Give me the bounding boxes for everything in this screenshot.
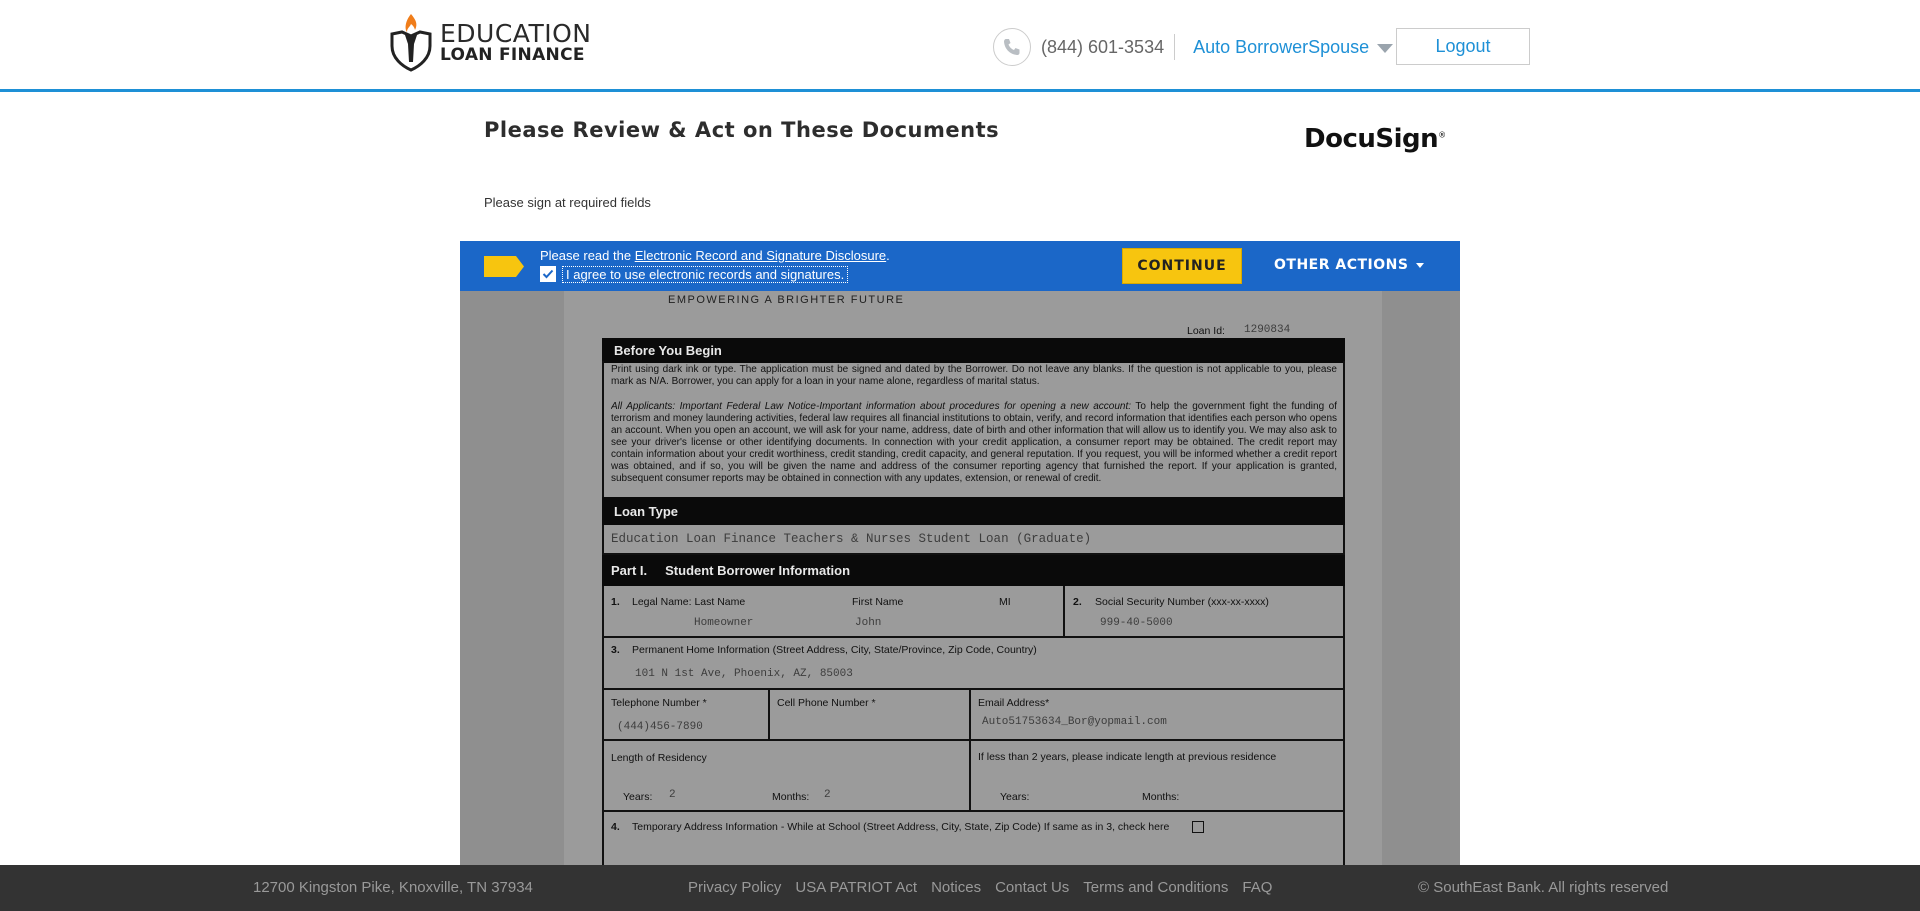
field2-number: 2. <box>1073 596 1082 608</box>
field-ssn[interactable] <box>1063 586 1345 638</box>
agree-row[interactable]: I agree to use electronic records and si… <box>540 265 849 283</box>
first-name-value: John <box>855 617 882 629</box>
logo-line2: LOAN FINANCE <box>440 44 585 65</box>
residency-label: Length of Residency <box>611 752 707 764</box>
federal-notice-heading: All Applicants: Important Federal Law No… <box>611 401 1132 412</box>
footer-link-contact-us[interactable]: Contact Us <box>995 879 1069 896</box>
field3-label: Permanent Home Information (Street Addre… <box>632 644 1037 656</box>
telephone-label: Telephone Number * <box>611 697 707 709</box>
part1-header: Part I. Student Borrower Information <box>602 555 1345 586</box>
part1-title: Student Borrower Information <box>665 563 851 578</box>
field-temporary-address[interactable] <box>602 810 1345 865</box>
docusign-brand: DocuSign <box>1304 124 1439 154</box>
mi-label: MI <box>999 596 1011 608</box>
site-footer: 12700 Kingston Pike, Knoxville, TN 37934… <box>0 865 1920 911</box>
field-telephone[interactable] <box>602 688 770 741</box>
last-name-value: Homeowner <box>694 617 754 629</box>
loan-id-label: Loan Id: <box>1187 325 1225 337</box>
months-label: Months: <box>772 791 810 803</box>
months-value: 2 <box>824 789 831 801</box>
loan-type-value: Education Loan Finance Teachers & Nurses… <box>611 532 1092 546</box>
email-value: Auto51753634_Bor@yopmail.com <box>982 716 1167 728</box>
user-menu-dropdown[interactable]: Auto BorrowerSpouse <box>1193 36 1394 58</box>
first-name-label: First Name <box>852 596 904 608</box>
footer-link-notices[interactable]: Notices <box>931 879 981 896</box>
disclosure-notice: Please read the Electronic Record and Si… <box>540 248 890 263</box>
caret-down-icon <box>1416 262 1425 268</box>
other-actions-dropdown[interactable]: OTHER ACTIONS <box>1274 257 1425 273</box>
header-divider <box>1174 34 1176 60</box>
field-cell-phone[interactable] <box>768 688 971 741</box>
field1-label: Legal Name: Last Name <box>632 596 746 608</box>
field2-label: Social Security Number (xxx-xx-xxxx) <box>1095 596 1269 608</box>
previous-residence-label: If less than 2 years, please indicate le… <box>978 751 1277 763</box>
footer-link-usa-patriot-act[interactable]: USA PATRIOT Act <box>795 879 917 896</box>
site-header: EDUCATION LOAN FINANCE (844) 601-3534 Au… <box>0 0 1920 92</box>
disclosure-link[interactable]: Electronic Record and Signature Disclosu… <box>635 248 886 263</box>
footer-link-terms[interactable]: Terms and Conditions <box>1083 879 1228 896</box>
disclosure-suffix: . <box>886 248 890 263</box>
document-viewer[interactable]: EMPOWERING A BRIGHTER FUTURE Loan Id: 12… <box>460 241 1460 865</box>
elf-logo[interactable]: EDUCATION LOAN FINANCE <box>388 12 592 72</box>
agree-checkbox[interactable] <box>540 266 556 282</box>
part1-label: Part I. <box>611 563 648 578</box>
before-you-begin-header: Before You Begin <box>602 338 1345 363</box>
footer-copyright: © SouthEast Bank. All rights reserved <box>1418 879 1669 896</box>
ssn-value: 999-40-5000 <box>1100 617 1173 629</box>
field4-label: Temporary Address Information - While at… <box>632 821 1170 833</box>
address-value: 101 N 1st Ave, Phoenix, AZ, 85003 <box>635 668 853 680</box>
telephone-value: (444)456-7890 <box>617 721 703 733</box>
other-actions-label: OTHER ACTIONS <box>1274 257 1409 273</box>
field4-number: 4. <box>611 821 620 833</box>
phone-number[interactable]: (844) 601-3534 <box>1041 37 1164 58</box>
tag-arrow-icon <box>484 256 524 277</box>
federal-notice: All Applicants: Important Federal Law No… <box>611 401 1337 497</box>
field3-number: 3. <box>611 644 620 656</box>
sign-note: Please sign at required fields <box>484 195 651 210</box>
years-value: 2 <box>669 789 676 801</box>
torch-shield-icon <box>390 14 432 72</box>
prev-years-label: Years: <box>1000 791 1030 803</box>
tagline: EMPOWERING A BRIGHTER FUTURE <box>668 294 905 306</box>
continue-button[interactable]: CONTINUE <box>1122 248 1242 284</box>
action-banner: Please read the Electronic Record and Si… <box>460 241 1460 291</box>
field-legal-name[interactable] <box>602 586 1065 638</box>
phone-icon[interactable] <box>993 28 1031 66</box>
footer-link-privacy-policy[interactable]: Privacy Policy <box>688 879 781 896</box>
docusign-logo: DocuSign® <box>1304 124 1446 154</box>
footer-link-faq[interactable]: FAQ <box>1242 879 1272 896</box>
cell-phone-label: Cell Phone Number * <box>777 697 876 709</box>
before-you-begin-text: Print using dark ink or type. The applic… <box>611 364 1337 387</box>
field-email[interactable] <box>969 688 1345 741</box>
chevron-down-icon <box>1377 44 1394 53</box>
checkmark-icon <box>542 269 554 279</box>
years-label: Years: <box>623 791 653 803</box>
federal-notice-body: To help the government fight the funding… <box>611 401 1337 484</box>
disclosure-prefix: Please read the <box>540 248 635 263</box>
prev-months-label: Months: <box>1142 791 1180 803</box>
email-label: Email Address* <box>978 697 1050 709</box>
logo-line1: EDUCATION <box>440 18 592 48</box>
footer-links: Privacy Policy USA PATRIOT Act Notices C… <box>688 879 1272 896</box>
agree-label[interactable]: I agree to use electronic records and si… <box>562 265 849 283</box>
page-title: Please Review & Act on These Documents <box>484 118 1000 142</box>
loan-id-value: 1290834 <box>1244 324 1291 336</box>
registered-mark: ® <box>1438 130 1446 140</box>
user-name: Auto BorrowerSpouse <box>1193 36 1370 57</box>
logout-button[interactable]: Logout <box>1396 28 1530 65</box>
field1-number: 1. <box>611 596 620 608</box>
same-address-checkbox[interactable] <box>1192 821 1204 833</box>
phone-contact: (844) 601-3534 Auto BorrowerSpouse <box>993 28 1394 66</box>
footer-address: 12700 Kingston Pike, Knoxville, TN 37934 <box>253 879 533 896</box>
loan-type-header: Loan Type <box>602 497 1345 525</box>
